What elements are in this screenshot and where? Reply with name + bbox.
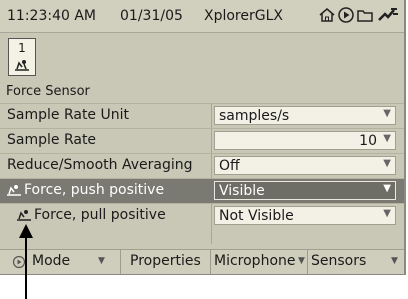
force-push-visibility-dropdown[interactable]: Visible ▼ [214, 181, 396, 200]
callout-arrow-line [25, 234, 27, 299]
property-row-force-push[interactable]: Force, push positive Visible ▼ [0, 179, 404, 203]
softkey-label: Sensors [311, 253, 367, 269]
property-value: Not Visible [219, 208, 294, 224]
power-plug-icon [377, 6, 398, 24]
sample-rate-unit-dropdown[interactable]: samples/s ▼ [214, 106, 396, 125]
glx-screen: 11:23:40 AM 01/31/05 XplorerGLX 1 Force … [0, 0, 406, 275]
play-record-icon[interactable] [337, 6, 355, 24]
clock-time: 11:23:40 AM [7, 8, 96, 24]
sample-rate-dropdown[interactable]: 10 ▼ [214, 131, 396, 150]
property-label: Force, pull positive [34, 207, 166, 223]
property-value: 10 [359, 133, 377, 149]
chevron-down-icon: ▼ [298, 256, 305, 266]
force-channel-icon [7, 185, 21, 196]
chevron-down-icon: ▼ [383, 183, 391, 194]
softkey-sensors[interactable]: Sensors ▼ [308, 250, 404, 274]
folder-icon[interactable] [356, 6, 374, 24]
softkey-properties[interactable]: Properties [120, 250, 211, 274]
property-label: Sample Rate [7, 132, 97, 148]
sensor-port-number: 1 [18, 41, 26, 55]
home-icon[interactable] [318, 6, 336, 24]
mode-icon [12, 255, 26, 269]
softkey-label: Mode [32, 253, 71, 269]
force-pull-visibility-dropdown[interactable]: Not Visible ▼ [214, 206, 396, 225]
property-row-sample-rate[interactable]: Sample Rate 10 ▼ [0, 129, 404, 153]
clock-date: 01/31/05 [120, 8, 183, 24]
chevron-down-icon: ▼ [391, 256, 398, 266]
softkey-microphone[interactable]: Microphone ▼ [211, 250, 308, 274]
property-label: Force, push positive [24, 182, 165, 198]
sensor-name: Force Sensor [6, 84, 90, 99]
averaging-dropdown[interactable]: Off ▼ [214, 156, 396, 175]
chevron-down-icon: ▼ [383, 133, 391, 144]
property-row-sample-rate-unit[interactable]: Sample Rate Unit samples/s ▼ [0, 104, 404, 128]
property-value: samples/s [219, 108, 290, 124]
property-row-force-pull[interactable]: Force, pull positive Not Visible ▼ [0, 204, 404, 228]
sensor-port-tile[interactable]: 1 [8, 38, 36, 76]
status-bar: 11:23:40 AM 01/31/05 XplorerGLX [0, 0, 404, 33]
chevron-down-icon: ▼ [383, 158, 391, 169]
softkey-bar: Mode ▼ Properties Microphone ▼ Sensors ▼ [0, 249, 404, 274]
softkey-mode[interactable]: Mode ▼ [0, 250, 121, 274]
app-title: XplorerGLX [204, 8, 283, 24]
property-value: Visible [219, 183, 265, 199]
chevron-down-icon: ▼ [98, 256, 105, 266]
chevron-down-icon: ▼ [383, 208, 391, 219]
chevron-down-icon: ▼ [383, 108, 391, 119]
property-label: Sample Rate Unit [7, 107, 129, 123]
force-channel-icon [17, 210, 31, 221]
softkey-label: Microphone [214, 253, 296, 269]
force-sensor-icon [15, 60, 29, 71]
softkey-label: Properties [130, 253, 201, 269]
property-row-averaging[interactable]: Reduce/Smooth Averaging Off ▼ [0, 154, 404, 178]
property-value: Off [219, 158, 240, 174]
property-label: Reduce/Smooth Averaging [7, 157, 193, 173]
